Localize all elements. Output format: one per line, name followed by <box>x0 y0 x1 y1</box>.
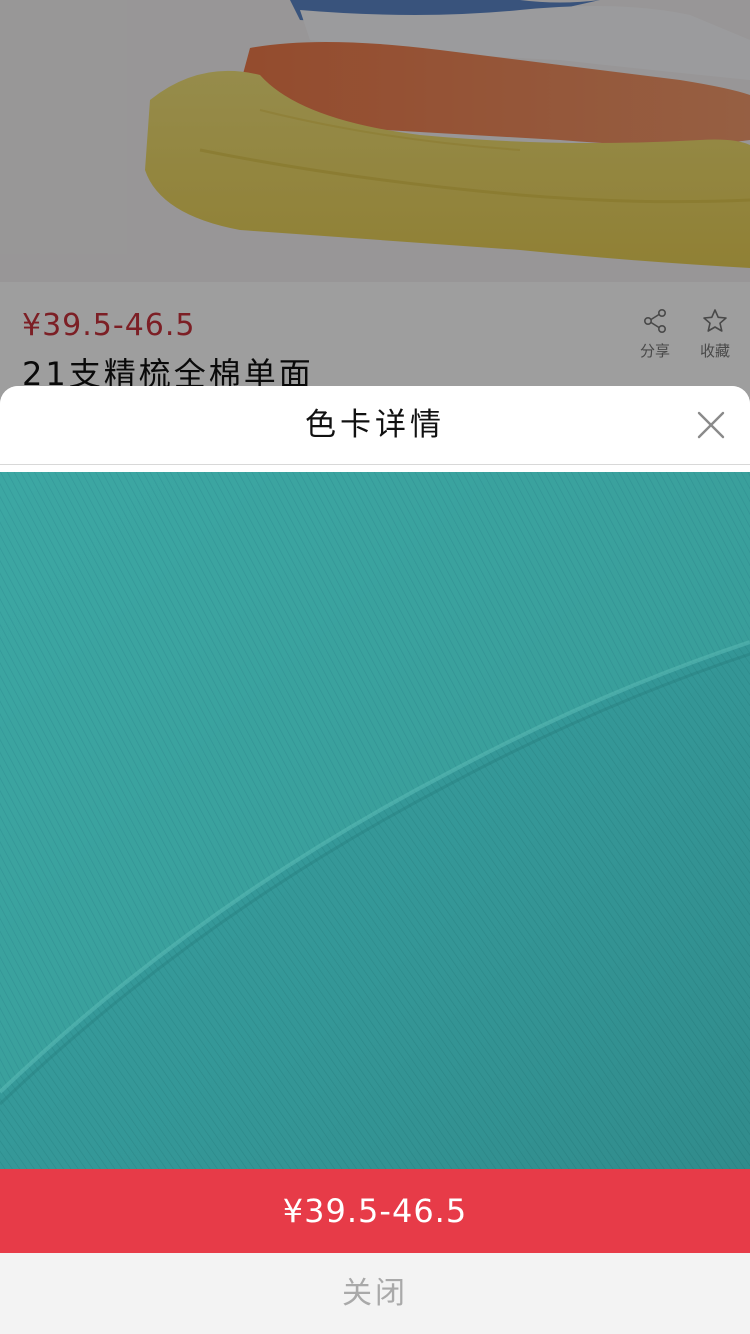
sheet-header: 色卡详情 <box>0 386 750 465</box>
color-card-sheet: 色卡详情 ¥39.5-46.5 关闭 <box>0 386 750 1334</box>
teal-fabric-swatch <box>0 472 750 1169</box>
fabric-swatch-image <box>0 472 750 1169</box>
close-icon[interactable] <box>696 410 726 440</box>
close-button[interactable]: 关闭 <box>0 1253 750 1334</box>
sheet-title: 色卡详情 <box>305 407 445 443</box>
price-bar: ¥39.5-46.5 <box>0 1169 750 1253</box>
